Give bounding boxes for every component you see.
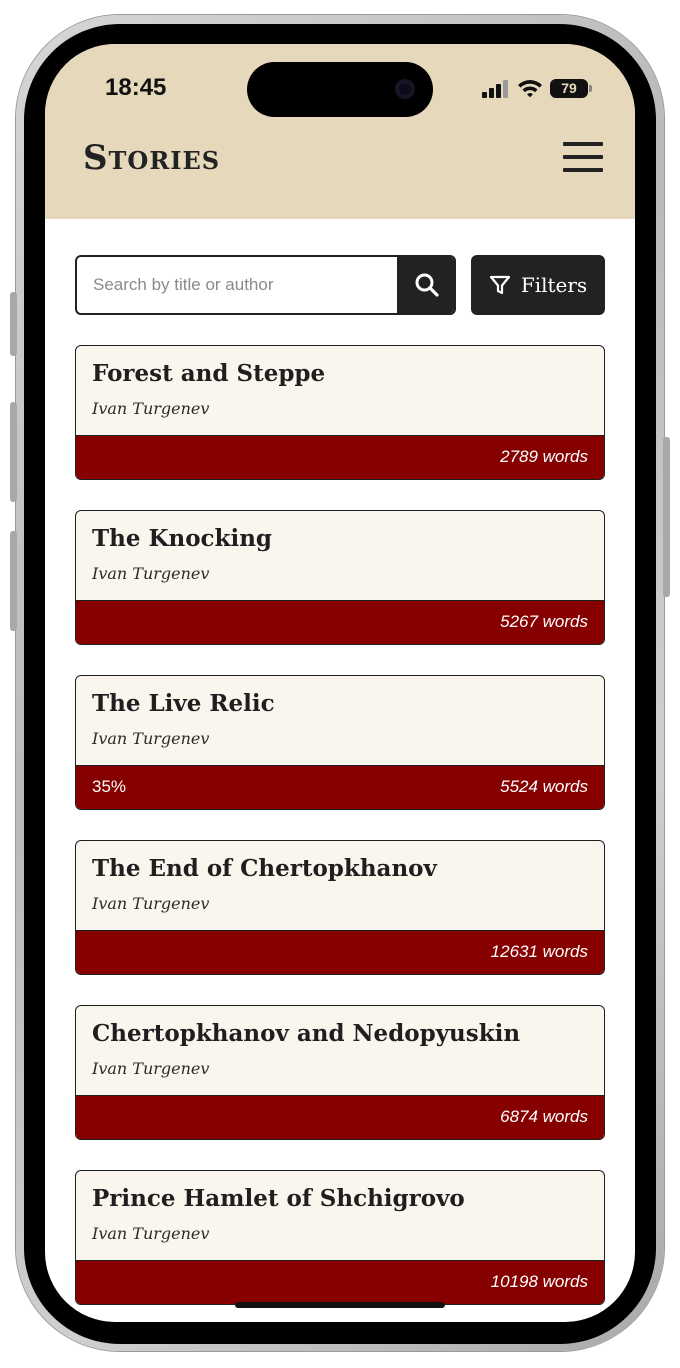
page-title: Stories [83,138,221,178]
story-author: Ivan Turgenev [92,894,210,913]
story-info-bar: 2789 words [76,435,604,479]
story-list: Forest and Steppe Ivan Turgenev 2789 wor… [75,345,605,1322]
status-bar-icons: 79 [482,78,592,100]
story-word-count: 12631 words [490,942,588,961]
story-card[interactable]: The Live Relic Ivan Turgenev 35% 5524 wo… [75,675,605,810]
story-info-bar: 5267 words [76,600,604,644]
wifi-icon [518,80,542,98]
story-word-count: 5267 words [500,612,588,631]
dynamic-island [247,62,433,117]
volume-down-side-button [10,531,17,631]
battery-cap [589,85,592,92]
story-card[interactable]: The End of Chertopkhanov Ivan Turgenev 1… [75,840,605,975]
story-word-count: 5524 words [500,777,588,796]
action-side-button [10,292,17,356]
phone-screen: 18:45 79 Stories Search by title or auth… [45,44,635,1322]
hamburger-menu-button[interactable] [561,140,605,174]
search-button[interactable] [397,257,454,313]
story-title: Forest and Steppe [92,360,326,387]
story-title: The Knocking [92,525,273,552]
search-icon [415,273,439,297]
story-info-bar: 6874 words [76,1095,604,1139]
search-input[interactable] [77,257,397,313]
story-title: Chertopkhanov and Nedopyuskin [92,1020,521,1047]
story-progress: 35% [92,777,127,796]
home-indicator[interactable] [235,1302,445,1308]
story-author: Ivan Turgenev [92,564,210,583]
story-word-count: 10198 words [490,1272,588,1291]
story-title: The End of Chertopkhanov [92,855,437,882]
story-card[interactable]: Prince Hamlet of Shchigrovo Ivan Turgene… [75,1170,605,1305]
story-author: Ivan Turgenev [92,1224,210,1243]
story-author: Ivan Turgenev [92,399,210,418]
story-author: Ivan Turgenev [92,1059,210,1078]
cellular-signal-icon [482,80,510,98]
battery-icon: 79 [550,79,588,98]
filters-button-label: Filters [520,273,588,297]
story-author: Ivan Turgenev [92,729,210,748]
status-bar-time: 18:45 [105,74,167,101]
story-word-count: 2789 words [500,447,588,466]
search-box [75,255,456,315]
filters-button[interactable]: Filters [471,255,605,315]
story-title: The Live Relic [92,690,275,717]
filter-funnel-icon [489,275,510,295]
story-title: Prince Hamlet of Shchigrovo [92,1185,465,1212]
story-info-bar: 35% 5524 words [76,765,604,809]
story-card[interactable]: The Knocking Ivan Turgenev 5267 words [75,510,605,645]
volume-up-side-button [10,402,17,502]
power-side-button [663,437,670,597]
story-info-bar: 12631 words [76,930,604,974]
story-card[interactable]: Chertopkhanov and Nedopyuskin Ivan Turge… [75,1005,605,1140]
story-word-count: 6874 words [500,1107,588,1126]
story-card[interactable]: Forest and Steppe Ivan Turgenev 2789 wor… [75,345,605,480]
app-header: 18:45 79 Stories [45,44,635,219]
story-info-bar: 10198 words [76,1260,604,1304]
front-camera-icon [395,79,415,99]
